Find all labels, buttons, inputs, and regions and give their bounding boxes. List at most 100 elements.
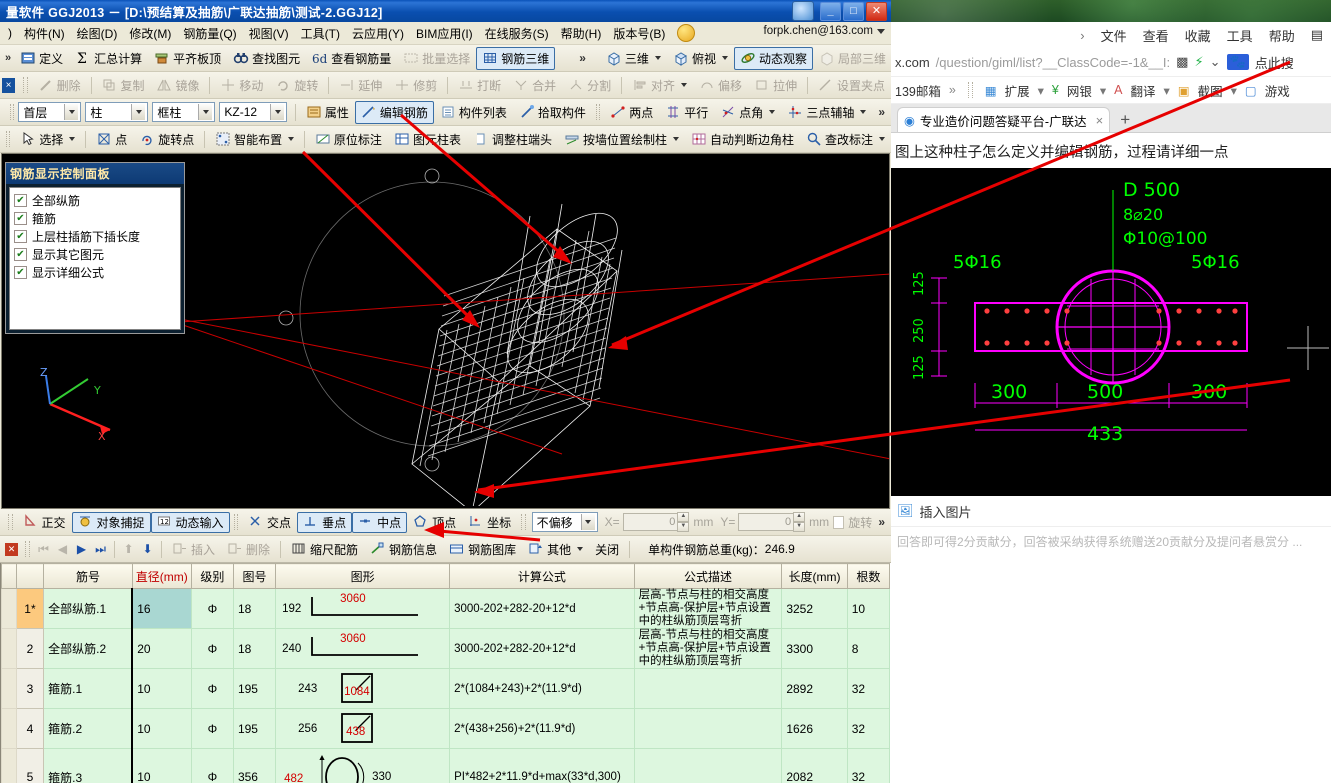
- move-down-button[interactable]: ⬇: [138, 540, 157, 558]
- toolbar-set-grip[interactable]: 设置夹点: [812, 74, 891, 97]
- toolbar-split[interactable]: 分割: [562, 74, 617, 97]
- row-description[interactable]: 层高-节点与柱的相交高度+节点高-保护层+节点设置中的柱纵筋顶层弯折: [633, 628, 783, 669]
- qrcode-icon[interactable]: ▩: [1176, 54, 1188, 70]
- bank-icon[interactable]: ¥: [1052, 83, 1059, 97]
- checkbox-checked-icon[interactable]: ✔: [14, 248, 27, 261]
- maximize-button[interactable]: □: [843, 1, 864, 21]
- component-list-button[interactable]: 构件列表: [434, 101, 513, 124]
- header-description[interactable]: 公式描述: [633, 563, 783, 589]
- cad-3d-viewport[interactable]: Y X Z 钢筋显示控制面板 ✔ 全部纵筋 ✔ 箍筋 ✔ 上层柱插筋下插长度 ✔…: [1, 153, 890, 509]
- other-button[interactable]: 其他: [522, 538, 589, 561]
- translate-icon[interactable]: A: [1114, 83, 1122, 97]
- browser-menu-file[interactable]: 文件: [1101, 26, 1127, 45]
- menu-item-modify[interactable]: 修改(M): [123, 23, 177, 44]
- chevron-down-icon[interactable]: [879, 137, 886, 141]
- toolbar-grip[interactable]: [10, 104, 15, 120]
- nav-last-button[interactable]: ⏭: [91, 540, 110, 558]
- header-grade[interactable]: 级别: [190, 563, 234, 589]
- auto-corner-column-button[interactable]: 自动判断边角柱: [685, 128, 800, 151]
- row-formula[interactable]: 3000-202+282-20+12*d: [449, 628, 635, 669]
- row-count[interactable]: 32: [846, 748, 891, 783]
- rebar-library-button[interactable]: 钢筋图库: [443, 538, 522, 561]
- toolbar-3d-view[interactable]: 三维: [600, 47, 667, 70]
- table-row[interactable]: 5 箍筋.3 10 Φ 356 482 330 PI*482+2*11.9*d+…: [1, 748, 891, 783]
- toolbar-delete[interactable]: 删除: [32, 74, 87, 97]
- y-offset-spinner[interactable]: ▲ ▼: [793, 512, 806, 532]
- toolbar-align[interactable]: 对齐: [626, 74, 693, 97]
- row-index[interactable]: 3: [15, 668, 45, 709]
- row-bar-number[interactable]: 箍筋.1: [43, 668, 133, 709]
- close-button[interactable]: ✕: [866, 1, 887, 21]
- close-dock-button[interactable]: ×: [2, 77, 15, 93]
- menu-item-bim[interactable]: BIM应用(I): [410, 23, 479, 44]
- toolbar-copy[interactable]: 复制: [95, 74, 150, 97]
- row-grade[interactable]: Φ: [190, 588, 234, 629]
- row-length[interactable]: 1626: [781, 708, 848, 749]
- check-note-button[interactable]: 查改标注: [800, 128, 891, 151]
- menu-item-leading[interactable]: ): [2, 24, 18, 42]
- scale-rebar-button[interactable]: 缩尺配筋: [285, 538, 364, 561]
- menu-item-rebar-quantity[interactable]: 钢筋量(Q): [177, 23, 242, 44]
- rotate-point-button[interactable]: 旋转点: [133, 128, 200, 151]
- browser-tab[interactable]: ◉ 专业造价问题答疑平台-广联达 ×: [897, 107, 1111, 132]
- header-bar-number[interactable]: 筋号: [43, 563, 133, 589]
- row-diameter[interactable]: 10: [131, 708, 192, 749]
- toolbar-grip[interactable]: [25, 541, 30, 557]
- edit-rebar-button[interactable]: 编辑钢筋: [354, 100, 434, 124]
- chevron-down-icon[interactable]: [672, 137, 679, 141]
- rebar-panel-close-icon[interactable]: ✕: [5, 542, 18, 556]
- baidu-icon[interactable]: 🐾: [1226, 54, 1249, 70]
- row-formula[interactable]: PI*482+2*11.9*d+max(33*d,300): [449, 748, 635, 783]
- bookmark-overflow[interactable]: »: [949, 83, 956, 97]
- toolbar-find-element[interactable]: 查找图元: [227, 47, 306, 70]
- row-length[interactable]: 2082: [781, 748, 848, 783]
- rebar-option-upper-column-dowel[interactable]: ✔ 上层柱插筋下插长度: [14, 228, 178, 245]
- row-index[interactable]: 2: [15, 628, 45, 669]
- browser-menu-arrow[interactable]: ›: [1080, 28, 1084, 43]
- chevron-down-icon[interactable]: [769, 110, 776, 114]
- browser-menu-view[interactable]: 查看: [1143, 26, 1169, 45]
- snap-intersection[interactable]: 交点: [242, 512, 297, 533]
- bookmark-bank[interactable]: 网银: [1067, 81, 1092, 100]
- insert-image-icon[interactable]: 🖼: [897, 503, 914, 519]
- chevron-down-icon[interactable]: [860, 110, 867, 114]
- chevron-down-icon[interactable]: ⌄: [1210, 54, 1221, 70]
- menu-item-help[interactable]: 帮助(H): [555, 23, 608, 44]
- row-description[interactable]: [633, 748, 783, 783]
- row-bar-number[interactable]: 全部纵筋.1: [43, 588, 133, 629]
- close-rebar-edit-button[interactable]: 关闭: [589, 538, 625, 561]
- row-bar-number[interactable]: 全部纵筋.2: [43, 628, 133, 669]
- point-tool-button[interactable]: 点: [90, 128, 133, 151]
- checkbox-checked-icon[interactable]: ✔: [14, 194, 27, 207]
- row-shape-no[interactable]: 18: [232, 588, 277, 629]
- toolbar-mirror[interactable]: 镜像: [150, 74, 205, 97]
- header-length[interactable]: 长度(mm): [781, 563, 848, 589]
- browser-menu-tools[interactable]: 工具: [1227, 26, 1253, 45]
- row-grade[interactable]: Φ: [190, 708, 234, 749]
- row-shape-no[interactable]: 195: [232, 708, 277, 749]
- draw-column-by-wall-button[interactable]: 按墙位置绘制柱: [558, 128, 685, 151]
- account-menu[interactable]: forpk.chen@163.com: [764, 25, 885, 37]
- chevron-down-icon[interactable]: [288, 137, 295, 141]
- row-grade[interactable]: Φ: [190, 668, 234, 709]
- row-description[interactable]: [633, 708, 783, 749]
- toolbar-trim[interactable]: 修剪: [388, 74, 443, 97]
- chevron-down-icon[interactable]: ▾: [1038, 83, 1044, 98]
- row-count[interactable]: 32: [846, 668, 891, 709]
- rebar-option-all-longitudinal[interactable]: ✔ 全部纵筋: [14, 192, 178, 209]
- component-type-select[interactable]: 柱: [85, 102, 149, 122]
- snap-midpoint[interactable]: 中点: [352, 511, 408, 533]
- bookmarks-grip[interactable]: [967, 82, 973, 98]
- row-grade[interactable]: Φ: [190, 748, 234, 783]
- select-tool-button[interactable]: 选择: [14, 128, 81, 151]
- toolbar-local-3d[interactable]: 局部三维: [813, 47, 891, 70]
- rebar-option-show-detailed-formula[interactable]: ✔ 显示详细公式: [14, 264, 178, 281]
- insert-row-button[interactable]: 插入: [166, 538, 221, 561]
- globe-icon[interactable]: [792, 1, 814, 21]
- snap-vertex[interactable]: 顶点: [407, 512, 462, 533]
- search-engine-label[interactable]: 点此搜: [1255, 53, 1294, 72]
- chevron-down-icon[interactable]: [721, 56, 728, 60]
- floor-select[interactable]: 首层: [18, 102, 82, 122]
- row-formula[interactable]: 2*(1084+243)+2*(11.9*d): [449, 668, 635, 709]
- header-shape-no[interactable]: 图号: [232, 563, 277, 589]
